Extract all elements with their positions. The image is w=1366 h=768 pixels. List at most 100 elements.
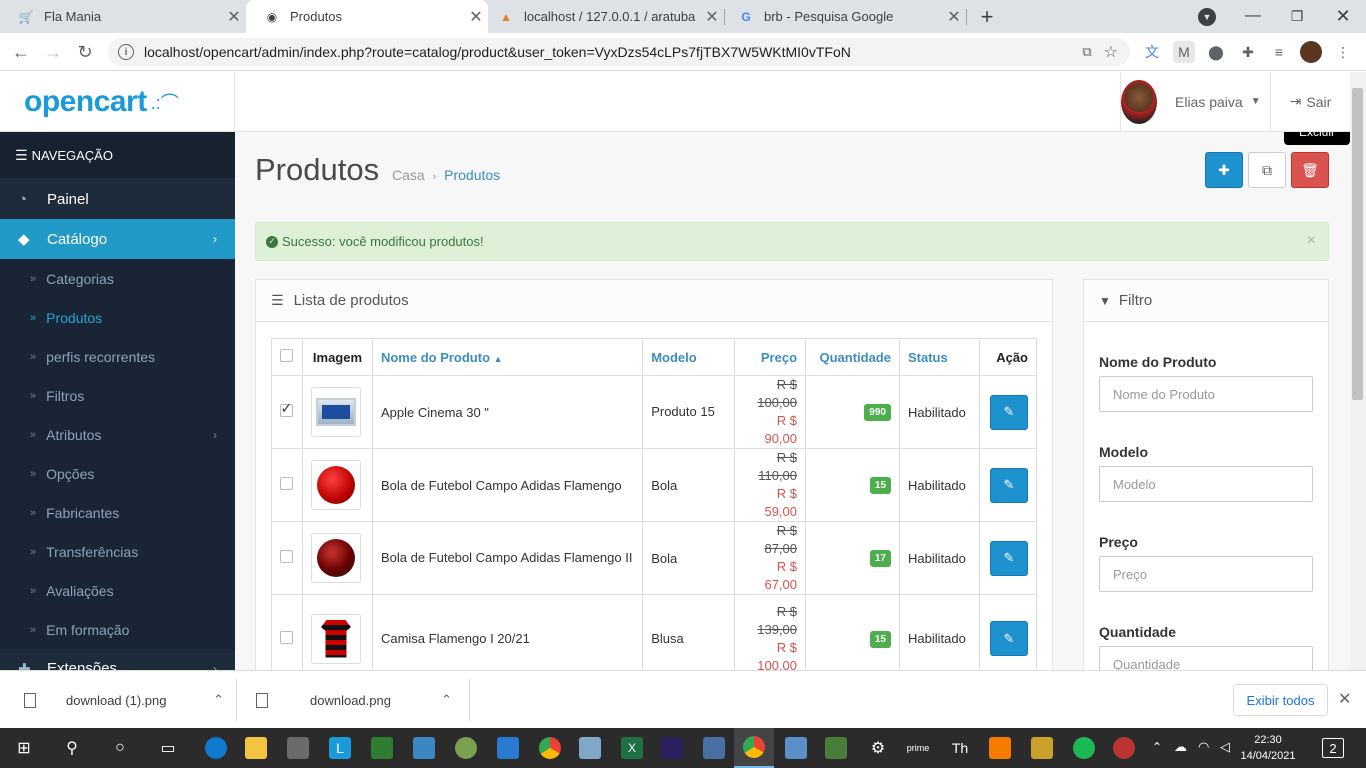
edge-icon[interactable]	[205, 737, 227, 759]
xampp-icon[interactable]	[989, 737, 1011, 759]
submenu-item-categorias[interactable]: » Categorias	[0, 259, 235, 298]
close-alert-icon[interactable]: ×	[1307, 232, 1316, 250]
col-status[interactable]: Status	[898, 338, 980, 376]
edit-button[interactable]: ✎	[990, 394, 1028, 430]
reading-list-icon[interactable]: ≡	[1268, 41, 1290, 63]
app-icon[interactable]	[785, 737, 807, 759]
app-icon[interactable]	[825, 737, 847, 759]
submenu-item-opcoes[interactable]: » Opções	[0, 454, 235, 493]
close-downloads-icon[interactable]: ✕	[1338, 689, 1351, 709]
sidebar-item-catalogo[interactable]: ◆ Catálogo ›	[0, 219, 235, 259]
submenu-item-avaliacoes[interactable]: » Avaliações	[0, 571, 235, 610]
google-translate-extension-icon[interactable]: 文	[1141, 41, 1163, 63]
submenu-item-perfis-recorrentes[interactable]: » perfis recorrentes	[0, 337, 235, 376]
app-icon[interactable]	[413, 737, 435, 759]
back-icon[interactable]: ←	[4, 33, 38, 71]
col-preco[interactable]: Preço	[734, 338, 807, 376]
breadcrumb-current-link[interactable]: Produtos	[444, 167, 500, 183]
translate-icon[interactable]: ⧉	[1082, 44, 1091, 60]
col-modelo[interactable]: Modelo	[642, 338, 736, 376]
app-th-icon[interactable]: Th	[940, 728, 980, 768]
row-checkbox[interactable]	[280, 550, 294, 563]
sort-name-link[interactable]: Nome do Produto	[381, 350, 490, 365]
submenu-item-transferencias[interactable]: » Transferências	[0, 532, 235, 571]
excel-icon[interactable]: X	[621, 737, 643, 759]
row-checkbox[interactable]	[280, 630, 294, 644]
sort-status-link[interactable]: Status	[908, 350, 948, 365]
chrome-icon[interactable]	[539, 737, 561, 759]
submenu-item-em-formacao[interactable]: » Em formação	[0, 610, 235, 649]
filter-price-input[interactable]: Preço	[1099, 556, 1313, 592]
download-item[interactable]: download (1).png ⌃	[24, 671, 224, 729]
delete-button[interactable]: 🗑	[1291, 152, 1329, 188]
show-all-downloads-button[interactable]: Exibir todos	[1233, 684, 1328, 716]
sort-model-link[interactable]: Modelo	[651, 350, 697, 365]
select-all-checkbox[interactable]	[280, 349, 294, 362]
windows-start-icon[interactable]: ⊞	[4, 728, 44, 768]
close-tab-icon[interactable]: ✕	[942, 7, 966, 27]
tray-chevron-up-icon[interactable]: ⌃	[1152, 740, 1162, 754]
spotify-icon[interactable]	[1073, 737, 1095, 759]
calculator-icon[interactable]	[703, 737, 725, 759]
forward-icon[interactable]: →	[36, 33, 70, 71]
submenu-item-filtros[interactable]: » Filtros	[0, 376, 235, 415]
submenu-item-fabricantes[interactable]: » Fabricantes	[0, 493, 235, 532]
edit-button[interactable]: ✎	[990, 467, 1028, 503]
col-quantidade[interactable]: Quantidade	[805, 338, 900, 376]
volume-icon[interactable]: ◁	[1220, 739, 1230, 755]
add-new-button[interactable]: ✚	[1205, 152, 1243, 188]
profile-avatar-icon[interactable]	[1300, 41, 1322, 63]
download-item[interactable]: download.png ⌃	[256, 671, 452, 729]
mail-icon[interactable]	[497, 737, 519, 759]
edit-button[interactable]: ✎	[990, 540, 1028, 576]
chevron-up-icon[interactable]: ⌃	[213, 692, 224, 708]
breadcrumb-home-link[interactable]: Casa	[392, 167, 425, 183]
row-checkbox[interactable]	[280, 477, 294, 490]
wifi-icon[interactable]: ◠	[1198, 739, 1209, 755]
bookmark-star-icon[interactable]: ☆	[1104, 42, 1118, 62]
cortana-icon[interactable]: ○	[100, 728, 140, 768]
amazon-music-icon[interactable]	[661, 737, 683, 759]
system-clock[interactable]: 22:30 14/04/2021	[1238, 732, 1298, 764]
logout-button[interactable]: ⇥ Sair	[1270, 72, 1350, 131]
nav-header[interactable]: ☰ NAVEGAÇÃO	[0, 132, 235, 178]
browser-tab[interactable]: 🛒 Fla Mania ✕	[0, 0, 246, 33]
globe-app-icon[interactable]	[455, 737, 477, 759]
browser-tab-active[interactable]: ◉ Produtos ✕	[246, 0, 488, 33]
close-tab-icon[interactable]: ✕	[700, 7, 724, 27]
notifications-icon[interactable]: 2	[1322, 738, 1344, 758]
address-bar[interactable]: i localhost/opencart/admin/index.php?rou…	[108, 38, 1130, 66]
copy-button[interactable]: ⧉	[1248, 152, 1286, 188]
extension-icon[interactable]: ⬤	[1205, 41, 1227, 63]
scrollbar-thumb[interactable]	[1352, 88, 1363, 400]
filter-name-input[interactable]: Nome do Produto	[1099, 376, 1313, 412]
minimize-icon[interactable]: —	[1240, 2, 1266, 30]
submenu-item-produtos[interactable]: » Produtos	[0, 298, 235, 337]
notepad-icon[interactable]	[579, 737, 601, 759]
close-tab-icon[interactable]: ✕	[464, 7, 488, 27]
close-tab-icon[interactable]: ✕	[222, 7, 246, 27]
browser-menu-icon[interactable]: ⋮	[1332, 41, 1354, 63]
app-icon[interactable]	[1113, 737, 1135, 759]
app-icon[interactable]	[371, 737, 393, 759]
onedrive-cloud-icon[interactable]: ☁	[1174, 739, 1187, 755]
sort-price-link[interactable]: Preço	[761, 350, 797, 365]
sublime-icon[interactable]	[1031, 737, 1053, 759]
store-icon[interactable]	[287, 737, 309, 759]
prime-video-icon[interactable]: prime	[898, 728, 938, 768]
sidebar-item-extensoes[interactable]: ✚ Extensões ›	[0, 649, 235, 670]
settings-gear-icon[interactable]: ⚙	[858, 728, 898, 768]
puzzle-extensions-icon[interactable]: ✚	[1237, 41, 1259, 63]
chevron-up-icon[interactable]: ⌃	[441, 692, 452, 708]
tab-search-icon[interactable]: ▼	[1198, 8, 1216, 26]
opencart-logo[interactable]: opencart .:⌒	[0, 72, 235, 131]
restore-icon[interactable]: ❐	[1284, 2, 1310, 30]
close-window-icon[interactable]: ✕	[1330, 2, 1356, 30]
extension-m-icon[interactable]: M	[1173, 41, 1195, 63]
row-checkbox[interactable]	[280, 400, 294, 417]
submenu-item-atributos[interactable]: » Atributos ›	[0, 415, 235, 454]
site-info-icon[interactable]: i	[118, 44, 134, 60]
reload-icon[interactable]: ↻	[68, 33, 102, 71]
edit-button[interactable]: ✎	[990, 621, 1028, 656]
sidebar-item-painel[interactable]: ◔ Painel	[0, 180, 235, 219]
